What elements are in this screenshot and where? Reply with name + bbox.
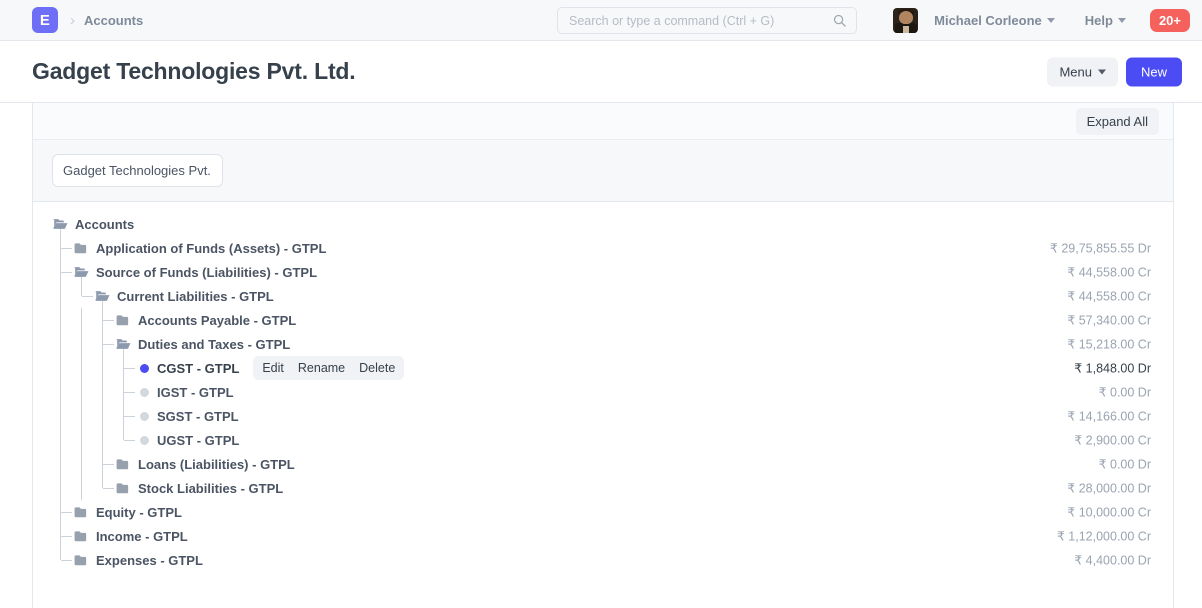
leaf-dot-icon [140,387,149,397]
tree-row[interactable]: Duties and Taxes - GTPL ₹ 15,218.00 Cr [33,332,1173,356]
tree-row[interactable]: IGST - GTPL ₹ 0.00 Dr [33,380,1173,404]
user-name-label: Michael Corleone [934,13,1042,28]
chevron-down-icon [1117,18,1126,23]
folder-closed-icon[interactable] [74,554,89,567]
tree-node-label[interactable]: SGST - GTPL [157,409,239,424]
account-balance: ₹ 0.00 Dr [1098,457,1151,472]
page-header: Gadget Technologies Pvt. Ltd. Menu New [0,41,1202,103]
notification-badge[interactable]: 20+ [1149,9,1190,32]
navbar-right-group: Michael Corleone Help 20+ [893,0,1190,41]
tree-toolbar: Expand All [33,103,1173,139]
account-balance: ₹ 1,12,000.00 Cr [1056,529,1151,544]
account-tree: Accounts Application of Funds (Assets) - … [33,202,1173,572]
tree-filter-area [33,139,1173,202]
chevron-right-icon: › [70,11,75,29]
folder-open-icon[interactable] [116,338,131,351]
menu-button[interactable]: Menu [1047,57,1118,86]
page-title: Gadget Technologies Pvt. Ltd. [32,58,356,84]
tree-node-label[interactable]: Accounts [75,217,134,232]
tree-row[interactable]: SGST - GTPL ₹ 14,166.00 Cr [33,404,1173,428]
tree-node-label[interactable]: Expenses - GTPL [96,553,203,568]
page-header-actions: Menu New [1047,57,1182,86]
tree-row[interactable]: Equity - GTPL ₹ 10,000.00 Cr [33,500,1173,524]
tree-row[interactable]: Accounts [33,212,1173,236]
company-filter-input[interactable] [52,154,223,187]
chevron-down-icon [1046,18,1055,23]
account-balance: ₹ 4,400.00 Dr [1074,553,1151,568]
tree-node-label[interactable]: Accounts Payable - GTPL [138,313,296,328]
menu-button-label: Menu [1059,64,1092,79]
tree-row[interactable]: CGST - GTPL Edit Rename Delete ₹ 1,848.00 Dr [33,355,1173,381]
tree-node-label[interactable]: Equity - GTPL [96,505,182,520]
tree-row[interactable]: Stock Liabilities - GTPL ₹ 28,000.00 Dr [33,476,1173,500]
tree-node-label[interactable]: Stock Liabilities - GTPL [138,481,283,496]
tree-container: Expand All Accounts Application of Funds … [32,103,1174,608]
tree-row[interactable]: Current Liabilities - GTPL ₹ 44,558.00 Cr [33,284,1173,308]
expand-all-button[interactable]: Expand All [1075,107,1159,135]
tree-node-label[interactable]: Current Liabilities - GTPL [117,289,274,304]
tree-node-label[interactable]: Income - GTPL [96,529,188,544]
leaf-dot-icon [140,435,149,445]
folder-closed-icon[interactable] [74,242,89,255]
node-action-group: Edit Rename Delete [253,355,405,381]
folder-closed-icon[interactable] [116,314,131,327]
account-balance: ₹ 0.00 Dr [1098,385,1151,400]
user-menu-button[interactable]: Michael Corleone [928,9,1061,32]
tree-node-label[interactable]: Duties and Taxes - GTPL [138,337,290,352]
folder-open-icon[interactable] [74,266,89,279]
account-balance: ₹ 28,000.00 Dr [1067,481,1151,496]
folder-closed-icon[interactable] [74,530,89,543]
tree-node-label[interactable]: IGST - GTPL [157,385,234,400]
tree-row[interactable]: Income - GTPL ₹ 1,12,000.00 Cr [33,524,1173,548]
tree-row[interactable]: Accounts Payable - GTPL ₹ 57,340.00 Cr [33,308,1173,332]
top-navbar: E › Accounts Michael Corleone Help 20+ [0,0,1202,41]
folder-closed-icon[interactable] [116,458,131,471]
app-logo-icon[interactable]: E [32,7,58,33]
account-balance: ₹ 15,218.00 Cr [1067,337,1151,352]
tree-row[interactable]: UGST - GTPL ₹ 2,900.00 Cr [33,428,1173,452]
delete-button[interactable]: Delete [352,358,402,379]
tree-row[interactable]: Application of Funds (Assets) - GTPL ₹ 29… [33,236,1173,260]
chevron-down-icon [1097,69,1106,74]
folder-closed-icon[interactable] [74,506,89,519]
search-input[interactable] [567,12,832,29]
page-body: Expand All Accounts Application of Funds … [0,103,1202,608]
breadcrumb-accounts[interactable]: Accounts [84,13,143,28]
avatar[interactable] [893,8,919,33]
tree-row[interactable]: Expenses - GTPL ₹ 4,400.00 Dr [33,548,1173,572]
rename-button[interactable]: Rename [291,358,352,379]
tree-node-label[interactable]: Loans (Liabilities) - GTPL [138,457,295,472]
folder-open-icon[interactable] [95,290,110,303]
global-search[interactable] [557,7,857,34]
help-menu-button[interactable]: Help [1079,9,1132,32]
account-balance: ₹ 1,848.00 Dr [1074,361,1151,376]
edit-button[interactable]: Edit [255,358,291,379]
account-balance: ₹ 2,900.00 Cr [1074,433,1151,448]
account-balance: ₹ 57,340.00 Cr [1067,313,1151,328]
account-balance: ₹ 14,166.00 Cr [1067,409,1151,424]
tree-node-label[interactable]: Source of Funds (Liabilities) - GTPL [96,265,317,280]
tree-node-label[interactable]: CGST - GTPL [157,361,239,376]
new-button[interactable]: New [1125,57,1182,86]
folder-open-icon[interactable] [53,218,68,231]
folder-closed-icon[interactable] [116,482,131,495]
leaf-dot-icon [140,411,149,421]
tree-row[interactable]: Source of Funds (Liabilities) - GTPL ₹ 44… [33,260,1173,284]
help-label: Help [1084,13,1113,28]
tree-node-label[interactable]: Application of Funds (Assets) - GTPL [96,241,326,256]
account-balance: ₹ 44,558.00 Cr [1067,265,1151,280]
account-balance: ₹ 10,000.00 Cr [1067,505,1151,520]
account-balance: ₹ 29,75,855.55 Dr [1049,241,1151,256]
leaf-dot-icon [140,363,149,373]
tree-row[interactable]: Loans (Liabilities) - GTPL ₹ 0.00 Dr [33,452,1173,476]
account-balance: ₹ 44,558.00 Cr [1067,289,1151,304]
tree-node-label[interactable]: UGST - GTPL [157,433,239,448]
search-icon [833,14,846,27]
